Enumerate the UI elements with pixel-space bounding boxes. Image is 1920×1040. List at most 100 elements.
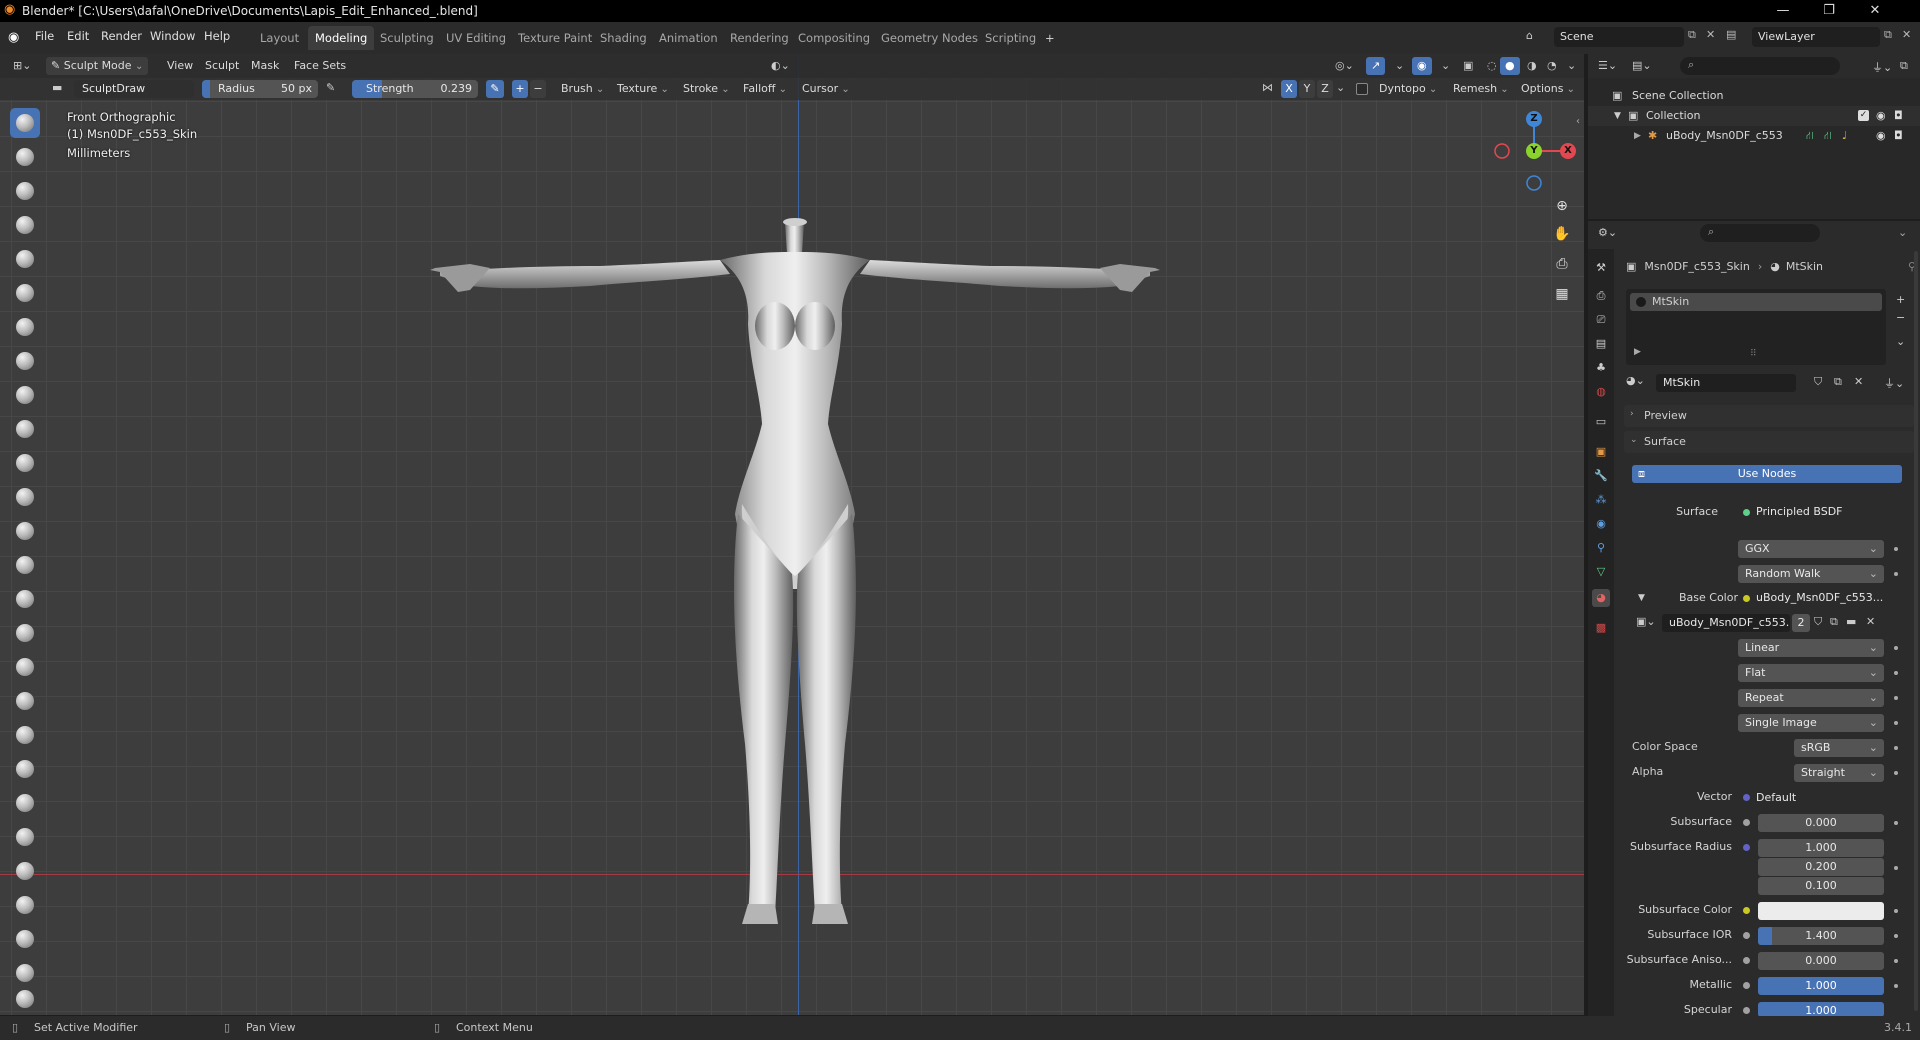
remesh-menu[interactable]: Remesh [1448,80,1514,98]
properties-editor-icon[interactable]: ⚙⌄ [1598,226,1617,239]
tool-blob[interactable] [10,346,40,376]
tab-animation[interactable]: Animation [652,26,725,50]
physics-tab-icon[interactable]: ◉ [1592,515,1610,533]
tab-texture-paint[interactable]: Texture Paint [511,26,599,50]
tool-scrape[interactable] [10,516,40,546]
tool-fill[interactable] [10,482,40,512]
unlink-material-icon[interactable]: ✕ [1854,375,1863,388]
tool-mask[interactable] [10,984,40,1014]
tool-rotate[interactable] [10,822,40,852]
symmetry-z-button[interactable]: Z [1317,80,1333,98]
cursor-menu[interactable]: Cursor [797,80,855,98]
tab-layout[interactable]: Layout [253,26,306,50]
visibility-icon[interactable]: ◎⌄ [1330,57,1359,75]
gizmo-z-axis[interactable]: Z [1526,111,1542,127]
material-tab-icon[interactable]: ◕ [1592,589,1610,607]
delete-scene-icon[interactable]: ✕ [1706,28,1715,41]
stroke-menu[interactable]: Stroke [678,80,735,98]
tool-pose[interactable] [10,754,40,784]
solid-shading-icon[interactable]: ● [1500,57,1520,75]
tab-rendering[interactable]: Rendering [723,26,796,50]
maximize-button[interactable]: ❐ [1806,0,1852,22]
base-color-field[interactable]: uBody_Msn0DF_c553... [1754,589,1884,607]
color-space-keyframe-dot[interactable] [1894,746,1898,750]
output-tab-icon[interactable]: ⎚ [1592,311,1610,329]
xray-icon[interactable]: ▣ [1458,57,1478,75]
tool-draw-sharp[interactable] [10,142,40,172]
pose-icon-green[interactable]: ⛙ [1806,126,1814,146]
surface-shader-field[interactable]: Principled BSDF [1754,503,1884,521]
constraints-tab-icon[interactable]: ⚲ [1592,539,1610,557]
subsurface-ior-slider[interactable]: 1.400 [1758,927,1884,945]
image-open-folder-icon[interactable]: ▬ [1846,615,1856,628]
scene-tab-icon[interactable]: ♣ [1592,359,1610,377]
tab-uv-editing[interactable]: UV Editing [439,26,513,50]
direction-subtract-button[interactable]: − [530,80,546,98]
source-keyframe-dot[interactable] [1894,721,1898,725]
tool-clay-thumb[interactable] [10,244,40,274]
subsurface-value[interactable]: 0.000 [1758,814,1884,832]
3d-viewport[interactable] [0,54,1584,1015]
tool-clay[interactable] [10,176,40,206]
metallic-keyframe-dot[interactable] [1894,984,1898,988]
add-slot-icon[interactable]: + [1896,293,1905,306]
tool-draw[interactable] [10,108,40,138]
outliner-row-object[interactable]: ▶ ✱ uBody_Msn0DF_c553 ⛙ ⛙ ♩ ◉ ◘ [1588,126,1920,146]
overlay-dropdown[interactable]: ⌄ [1436,57,1455,75]
subsurface-method-keyframe-dot[interactable] [1894,572,1898,576]
new-collection-icon[interactable]: ⧉ [1900,59,1908,73]
subsurface-aniso-keyframe-dot[interactable] [1894,959,1898,963]
properties-scrollbar[interactable] [1914,251,1918,1011]
slot-expand-icon[interactable]: ▶ [1634,347,1641,357]
menu-window[interactable]: Window [150,29,195,43]
view-layer-icon[interactable]: ▤ [1726,28,1736,41]
tab-scripting[interactable]: Scripting [978,26,1043,50]
interpolation-keyframe-dot[interactable] [1894,646,1898,650]
material-slot-item[interactable]: MtSkin [1630,293,1882,311]
surface-panel-header[interactable]: ⌄ Surface [1624,431,1914,453]
menu-sculpt[interactable]: Sculpt [200,57,244,75]
tab-geometry-nodes[interactable]: Geometry Nodes [874,26,985,50]
fake-user-icon[interactable]: ⛉ [1814,375,1822,389]
subsurface-aniso-value[interactable]: 0.000 [1758,952,1884,970]
vector-field[interactable]: Default [1754,789,1884,807]
texture-tab-icon[interactable]: ▩ [1592,619,1610,637]
collection-render-icon[interactable]: ◘ [1894,106,1903,126]
specular-value[interactable]: 1.000 [1758,1002,1884,1017]
object-render-icon[interactable]: ◘ [1894,126,1903,146]
subsurface-radius-x[interactable]: 1.000 [1758,839,1884,857]
wireframe-shading-icon[interactable]: ◌ [1482,57,1502,75]
tool-cloth[interactable] [10,924,40,954]
image-users-count[interactable]: 2 [1792,614,1810,632]
options-menu[interactable]: Options [1516,80,1580,98]
menu-render[interactable]: Render [101,29,142,43]
scene-selector[interactable]: Scene [1554,27,1684,47]
editor-type-icon[interactable]: ⊞⌄ [8,57,36,75]
projection-keyframe-dot[interactable] [1894,671,1898,675]
new-scene-icon[interactable]: ⧉ [1688,28,1696,42]
tool-elastic-deform[interactable] [10,652,40,682]
rendered-shading-icon[interactable]: ◔ [1542,57,1562,75]
symmetry-dropdown[interactable]: ⌄ [1336,81,1345,94]
material-name-field[interactable]: MtSkin [1656,374,1796,392]
alpha-keyframe-dot[interactable] [1894,771,1898,775]
outliner-row-scene-collection[interactable]: ▣ Scene Collection [1588,86,1920,106]
brush-icon[interactable]: ▬ [52,81,62,94]
tab-shading[interactable]: Shading [593,26,654,50]
outliner-editor-icon[interactable]: ☰⌄ [1598,59,1617,72]
data-tab-icon[interactable]: ▽ [1592,563,1610,581]
tool-layer[interactable] [10,278,40,308]
collapsed-arrow-icon[interactable]: ▶ [1634,126,1641,146]
symmetry-icon[interactable]: ⋈ [1262,81,1273,94]
pan-hand-icon[interactable]: ✋ [1548,220,1576,248]
particles-tab-icon[interactable]: ⁂ [1592,491,1610,509]
color-space-dropdown[interactable]: sRGB [1794,739,1884,757]
tab-compositing[interactable]: Compositing [791,26,877,50]
armature-data-icon[interactable]: ⛙ [1824,126,1832,146]
image-name-field[interactable]: uBody_Msn0DF_c553... [1662,614,1790,632]
remove-slot-icon[interactable]: − [1896,311,1905,324]
interpolation-dropdown[interactable]: Linear [1738,639,1884,657]
brush-menu[interactable]: Brush [556,80,609,98]
image-unlink-icon[interactable]: ✕ [1866,615,1875,628]
subsurface-radius-keyframe-dot[interactable] [1894,866,1898,870]
